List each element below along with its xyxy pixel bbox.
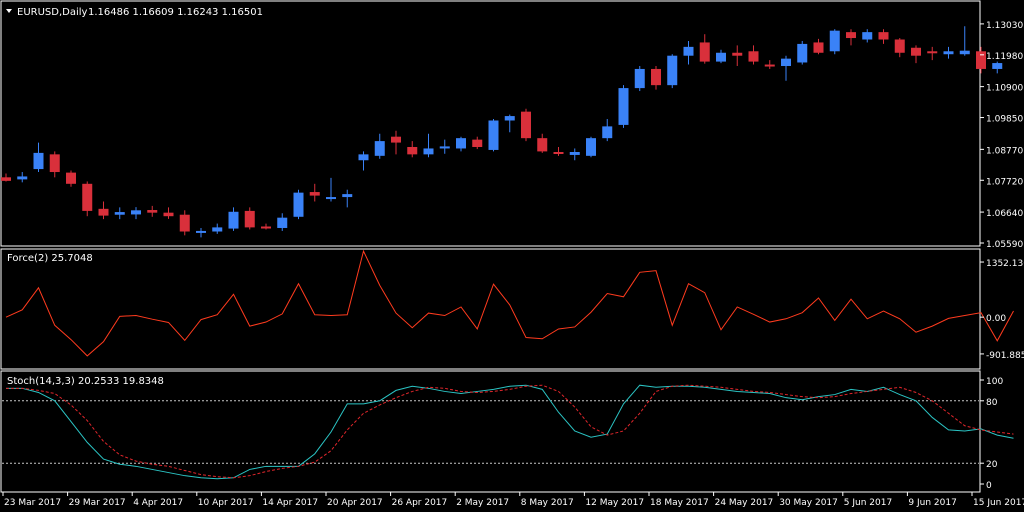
time-tick-label: 14 Apr 2017 xyxy=(262,498,318,508)
stoch-tick-label: 20 xyxy=(986,460,998,470)
candle-body xyxy=(781,58,791,67)
time-tick-label: 2 May 2017 xyxy=(456,498,509,508)
candle-body xyxy=(358,154,369,161)
candle-body xyxy=(634,68,645,89)
candle-body xyxy=(569,152,580,155)
candle-body xyxy=(927,51,938,54)
force-tick-label: -901.885 xyxy=(986,351,1024,361)
ohlc-readout: 1.16486 1.16609 1.16243 1.16501 xyxy=(88,7,263,18)
candle-body xyxy=(797,43,808,63)
time-tick-label: 23 Mar 2017 xyxy=(4,498,61,508)
candle-body xyxy=(472,139,483,147)
time-tick-label: 29 Mar 2017 xyxy=(69,498,126,508)
candle-body xyxy=(488,120,499,150)
candle-body xyxy=(163,212,174,217)
candle-body xyxy=(423,148,434,155)
time-tick-label: 9 Jun 2017 xyxy=(908,498,956,508)
price-tick-label: 1.09850 xyxy=(986,115,1023,125)
time-tick-label: 20 Apr 2017 xyxy=(327,498,383,508)
candle-body xyxy=(521,111,531,139)
trading-chart[interactable]: 1.13030 1.11980 1.10900 1.09850 1.08770 1.077… xyxy=(0,0,1024,512)
candle-body xyxy=(586,138,596,156)
candle-body xyxy=(17,176,28,180)
time-tick-label: 30 May 2017 xyxy=(779,498,838,508)
candle-body xyxy=(862,32,873,40)
candle-body xyxy=(98,208,109,216)
candle-body xyxy=(878,32,889,40)
candle-body xyxy=(244,210,255,228)
candle-body xyxy=(391,136,401,143)
candle-body xyxy=(82,183,93,211)
candle-body xyxy=(212,227,223,232)
price-tick-label: 1.05590 xyxy=(986,240,1023,250)
candle-body xyxy=(1,177,11,181)
candle-body xyxy=(699,42,710,62)
candle-body xyxy=(651,68,661,86)
price-tick-label: 1.13030 xyxy=(986,21,1023,31)
candle-body xyxy=(748,51,759,62)
price-tick-label: 1.08770 xyxy=(986,146,1023,156)
candle-body xyxy=(716,52,726,62)
candle-body xyxy=(976,51,986,69)
candle-body xyxy=(49,154,60,173)
candle-body xyxy=(667,55,678,86)
stoch-title: Stoch(14,3,3) 20.2533 19.8348 xyxy=(7,376,164,387)
candle-body xyxy=(537,138,548,152)
candle-body xyxy=(943,51,954,55)
candle-body xyxy=(309,192,320,196)
candle-body xyxy=(911,47,921,56)
candle-body xyxy=(261,226,271,229)
candle-body xyxy=(732,52,743,56)
candle-body xyxy=(894,39,905,53)
candle-body xyxy=(846,32,856,39)
candle-body xyxy=(33,152,44,170)
price-tick-label: 1.07720 xyxy=(986,177,1023,187)
force-tick-label: 0.00 xyxy=(986,314,1006,324)
candle-body xyxy=(293,192,304,217)
candle-body xyxy=(992,63,1003,69)
time-tick-label: 18 May 2017 xyxy=(650,498,709,508)
candle-body xyxy=(228,211,239,229)
candle-body xyxy=(196,230,206,233)
price-tick-label: 1.10900 xyxy=(986,84,1023,94)
candle-body xyxy=(179,214,190,232)
candle-body xyxy=(618,88,629,125)
candle-body xyxy=(829,30,840,52)
stoch-tick-label: 0 xyxy=(986,481,992,491)
symbol-timeframe: EURUSD,Daily xyxy=(17,7,88,18)
candle-body xyxy=(114,212,125,215)
candle-body xyxy=(407,146,418,155)
time-tick-label: 10 Apr 2017 xyxy=(198,498,254,508)
price-tick-label: 1.11980 xyxy=(986,52,1023,62)
candle-body xyxy=(326,197,336,200)
candle-body xyxy=(813,42,824,53)
candle-body xyxy=(439,146,450,149)
candle-body xyxy=(342,194,353,198)
candle-body xyxy=(959,50,970,55)
candle-body xyxy=(504,116,515,121)
force-title: Force(2) 25.7048 xyxy=(7,253,93,264)
candle-body xyxy=(683,46,694,56)
time-tick-label: 4 Apr 2017 xyxy=(133,498,183,508)
time-tick-label: 8 May 2017 xyxy=(521,498,574,508)
time-tick-label: 5 Jun 2017 xyxy=(844,498,892,508)
time-tick-label: 26 Apr 2017 xyxy=(392,498,448,508)
candle-body xyxy=(456,138,466,149)
candle-body xyxy=(602,126,613,139)
candle-body xyxy=(553,152,564,155)
time-tick-label: 15 Jun 2017 xyxy=(973,498,1024,508)
price-tick-label: 1.06640 xyxy=(986,209,1023,219)
candle-body xyxy=(764,64,775,67)
candle-body xyxy=(131,210,141,215)
candle-body xyxy=(374,141,385,156)
time-tick-label: 24 May 2017 xyxy=(715,498,774,508)
candle-body xyxy=(277,217,288,228)
chart-background xyxy=(0,0,1024,512)
candle-body xyxy=(147,210,158,213)
candle-body xyxy=(66,172,76,184)
time-tick-label: 12 May 2017 xyxy=(585,498,644,508)
stoch-tick-label: 80 xyxy=(986,398,998,408)
stoch-tick-label: 100 xyxy=(986,377,1003,387)
force-tick-label: 1352.136 xyxy=(986,259,1024,269)
